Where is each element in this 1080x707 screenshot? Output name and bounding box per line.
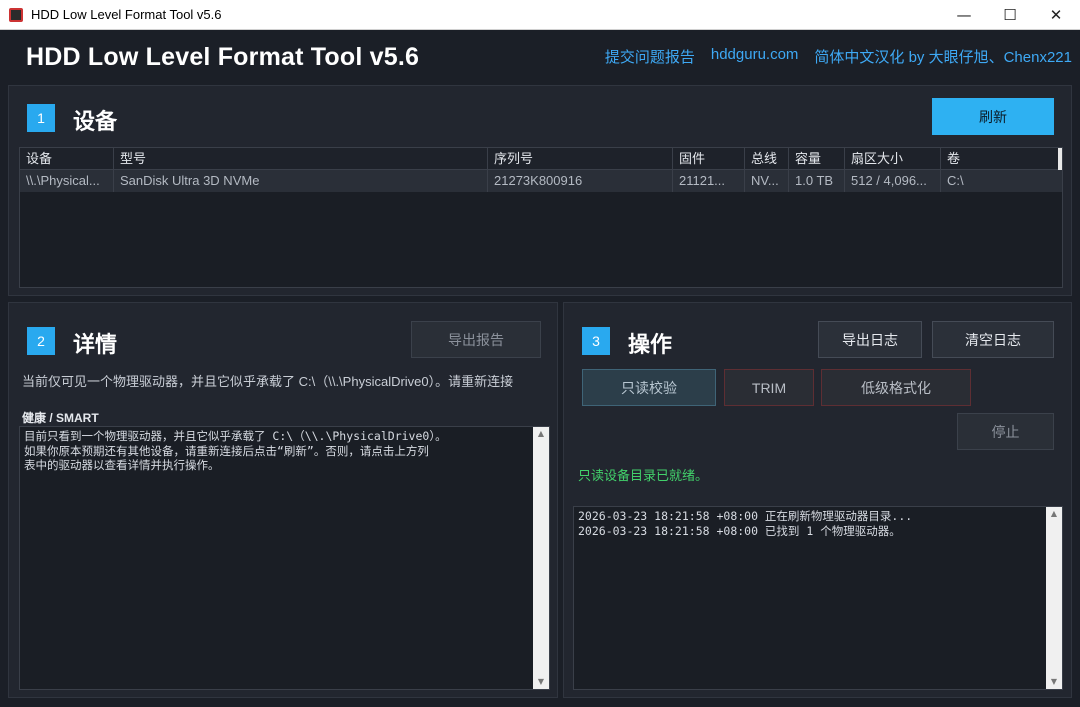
- window-title: HDD Low Level Format Tool v5.6: [31, 7, 222, 22]
- step-badge-2: 2: [27, 327, 55, 355]
- export-log-button[interactable]: 导出日志: [818, 321, 922, 358]
- trim-button[interactable]: TRIM: [724, 369, 814, 406]
- close-button[interactable]: ✕: [1033, 0, 1079, 30]
- step-badge-3: 3: [582, 327, 610, 355]
- app-title: HDD Low Level Format Tool v5.6: [26, 43, 420, 71]
- table-row[interactable]: \\.\Physical... SanDisk Ultra 3D NVMe 21…: [20, 170, 1062, 192]
- read-only-verify-button[interactable]: 只读校验: [582, 369, 716, 406]
- cell-volume: C:\: [947, 173, 964, 188]
- cell-model: SanDisk Ultra 3D NVMe: [114, 170, 488, 192]
- translation-credit-link[interactable]: 简体中文汉化 by 大眼仔旭、Chenx221: [814, 46, 1072, 67]
- scroll-down-arrow-icon[interactable]: ▼: [533, 675, 549, 689]
- app-header: HDD Low Level Format Tool v5.6 提交问题报告 hd…: [8, 31, 1072, 81]
- column-header-volume[interactable]: 卷: [941, 148, 1062, 170]
- column-header-bus[interactable]: 总线: [745, 148, 789, 170]
- header-links: 提交问题报告 hddguru.com 简体中文汉化 by 大眼仔旭、Chenx2…: [605, 46, 1072, 67]
- table-scrollbar[interactable]: [1058, 148, 1062, 170]
- smart-line: 表中的驱动器以查看详情并执行操作。: [24, 458, 220, 472]
- export-report-button[interactable]: 导出报告: [411, 321, 541, 358]
- clear-log-button[interactable]: 清空日志: [932, 321, 1054, 358]
- table-header: 设备 型号 序列号 固件 总线 容量 扇区大小 卷: [20, 148, 1062, 170]
- cell-firmware: 21121...: [673, 170, 745, 192]
- cell-bus: NV...: [745, 170, 789, 192]
- report-issue-link[interactable]: 提交问题报告: [605, 46, 695, 67]
- details-panel: 2 详情 导出报告 当前仅可见一个物理驱动器，并且它似乎承载了 C:\（\\.\…: [8, 302, 558, 698]
- column-header-firmware[interactable]: 固件: [673, 148, 745, 170]
- smart-line: 目前只看到一个物理驱动器，并且它似乎承载了 C:\（\\.\PhysicalDr…: [24, 429, 447, 443]
- scroll-down-arrow-icon[interactable]: ▼: [1046, 675, 1062, 689]
- app-icon: [9, 7, 23, 22]
- scroll-up-arrow-icon[interactable]: ▲: [533, 427, 549, 441]
- smart-label: 健康 / SMART: [22, 411, 99, 425]
- devices-panel: 1 设备 刷新 设备 型号 序列号 固件 总线 容量 扇区大小 卷 \\.\Ph…: [8, 85, 1072, 296]
- log-line: 2026-03-23 18:21:58 +08:00 正在刷新物理驱动器目录..…: [578, 509, 913, 523]
- column-header-device[interactable]: 设备: [20, 148, 114, 170]
- cell-serial: 21273K800916: [488, 170, 673, 192]
- stop-button[interactable]: 停止: [957, 413, 1054, 450]
- cell-device: \\.\Physical...: [20, 170, 114, 192]
- column-header-serial[interactable]: 序列号: [488, 148, 673, 170]
- scroll-up-arrow-icon[interactable]: ▲: [1046, 507, 1062, 521]
- column-header-capacity[interactable]: 容量: [789, 148, 845, 170]
- operations-title: 操作: [628, 332, 673, 357]
- status-text: 只读设备目录已就绪。: [578, 468, 709, 483]
- smart-line: 如果你原本预期还有其他设备，请重新连接后点击“刷新”。否则，请点击上方列: [24, 443, 429, 458]
- cell-capacity: 1.0 TB: [789, 170, 845, 192]
- log-line: 2026-03-23 18:21:58 +08:00 已找到 1 个物理驱动器。: [578, 523, 901, 538]
- log-textbox[interactable]: 2026-03-23 18:21:58 +08:00 正在刷新物理驱动器目录..…: [573, 506, 1063, 690]
- column-header-sector-size[interactable]: 扇区大小: [845, 148, 941, 170]
- step-badge-1: 1: [27, 104, 55, 132]
- operations-panel: 3 操作 导出日志 清空日志 只读校验 TRIM 低级格式化 停止 只读设备目录…: [563, 302, 1072, 698]
- devices-title: 设备: [73, 109, 118, 134]
- column-header-model[interactable]: 型号: [114, 148, 488, 170]
- details-info-text: 当前仅可见一个物理驱动器，并且它似乎承载了 C:\（\\.\PhysicalDr…: [22, 374, 514, 389]
- cell-sector-size: 512 / 4,096...: [845, 170, 941, 192]
- details-title: 详情: [73, 332, 118, 357]
- log-scrollbar[interactable]: ▲ ▼: [1046, 507, 1062, 689]
- low-level-format-button[interactable]: 低级格式化: [821, 369, 971, 406]
- device-table: 设备 型号 序列号 固件 总线 容量 扇区大小 卷 \\.\Physical..…: [19, 147, 1063, 288]
- maximize-button[interactable]: ☐: [987, 0, 1033, 30]
- smart-scrollbar[interactable]: ▲ ▼: [533, 427, 549, 689]
- refresh-button[interactable]: 刷新: [932, 98, 1054, 135]
- website-link[interactable]: hddguru.com: [711, 46, 799, 67]
- smart-textbox[interactable]: 目前只看到一个物理驱动器，并且它似乎承载了 C:\（\\.\PhysicalDr…: [19, 426, 550, 690]
- window-titlebar: HDD Low Level Format Tool v5.6 — ☐ ✕: [0, 0, 1080, 30]
- minimize-button[interactable]: —: [941, 0, 987, 30]
